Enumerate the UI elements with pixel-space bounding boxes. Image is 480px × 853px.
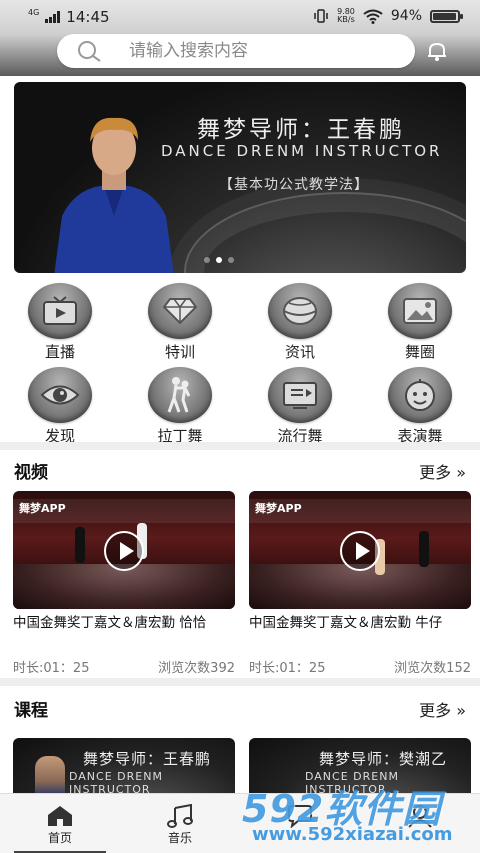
carousel-dot[interactable] xyxy=(216,257,222,263)
video-duration: 时长:01：25 xyxy=(249,661,326,676)
banner-tagline: 【基本功公式教学法】 xyxy=(219,177,369,193)
nav-music[interactable]: 音乐 xyxy=(120,794,240,853)
category-performance[interactable]: 表演舞 xyxy=(370,367,470,446)
category-label: 舞圈 xyxy=(404,343,435,361)
category-pop[interactable]: 流行舞 xyxy=(250,367,350,446)
course-title: 舞梦导师：樊潮乙 xyxy=(319,750,448,768)
status-bar: 4G 14:45 9.80 KB/s 94% xyxy=(0,0,480,32)
courses-more-link[interactable]: 更多 » xyxy=(419,697,466,721)
video-views: 浏览次数392 xyxy=(158,661,235,676)
speed-unit: KB/s xyxy=(337,15,355,24)
dancer-figure xyxy=(75,527,85,563)
video-brand: 舞梦APP xyxy=(19,502,66,515)
tv-icon xyxy=(43,296,77,325)
video-brand: 舞梦APP xyxy=(255,502,302,515)
search-input[interactable] xyxy=(129,39,399,63)
category-training[interactable]: 特训 xyxy=(130,283,230,362)
status-left: 4G 14:45 xyxy=(28,7,110,27)
videos-section-title: 视频 xyxy=(14,463,48,483)
banner-title: 舞梦导师：王春鹏 xyxy=(197,117,405,143)
music-icon xyxy=(167,804,193,828)
search-bar[interactable] xyxy=(57,34,415,68)
category-label: 直播 xyxy=(44,343,75,361)
network-type: 4G xyxy=(28,7,40,17)
status-right: 9.80 KB/s 94% xyxy=(313,8,463,24)
dancer-icon xyxy=(167,377,191,413)
home-icon xyxy=(48,806,72,826)
video-card[interactable]: 舞梦APP 中国金舞奖丁嘉文＆唐宏勤 恰恰 时长:01：25 浏览次数392 xyxy=(13,491,235,676)
status-time: 14:45 xyxy=(66,8,110,26)
category-circle[interactable]: 舞圈 xyxy=(370,283,470,362)
category-discover[interactable]: 发现 xyxy=(10,367,110,446)
course-title: 舞梦导师：王春鹏 xyxy=(83,750,212,768)
app-screen: 4G 14:45 9.80 KB/s 94% 请输入搜索内容 舞梦导师：王春鹏 … xyxy=(0,0,480,853)
video-meta: 时长:01：25 浏览次数152 xyxy=(249,657,471,676)
search-icon[interactable] xyxy=(77,40,103,62)
video-card[interactable]: 舞梦APP 中国金舞奖丁嘉文＆唐宏勤 牛仔 时长:01：25 浏览次数152 xyxy=(249,491,471,676)
image-icon xyxy=(403,298,437,324)
watermark: 592软件园 www.592xiazai.com xyxy=(238,778,478,850)
courses-section-title: 课程 xyxy=(14,701,48,721)
section-divider xyxy=(0,442,480,450)
instructor-photo xyxy=(35,756,65,798)
banner-subtitle: DANCE DRENM INSTRUCTOR xyxy=(161,142,443,160)
battery-icon xyxy=(430,9,463,23)
globe-icon xyxy=(283,297,317,325)
video-title[interactable]: 中国金舞奖丁嘉文＆唐宏勤 牛仔 xyxy=(249,615,471,649)
network-speed: 9.80 KB/s xyxy=(337,8,355,24)
carousel-dot[interactable] xyxy=(228,257,234,263)
videos-more-link[interactable]: 更多 » xyxy=(419,459,466,483)
vibrate-icon xyxy=(314,9,328,23)
section-divider xyxy=(0,678,480,686)
eye-icon xyxy=(40,385,80,405)
play-icon[interactable] xyxy=(104,531,144,571)
category-label: 资讯 xyxy=(284,343,315,361)
video-title[interactable]: 中国金舞奖丁嘉文＆唐宏勤 恰恰 xyxy=(13,615,235,649)
battery-fill xyxy=(433,12,456,20)
video-views: 浏览次数152 xyxy=(394,661,471,676)
watermark-url: www.592xiazai.com xyxy=(252,824,453,845)
banner-carousel[interactable]: 舞梦导师：王春鹏 DANCE DRENM INSTRUCTOR 【基本功公式教学… xyxy=(14,82,466,273)
top-header: 4G 14:45 9.80 KB/s 94% 请输入搜索内容 xyxy=(0,0,480,76)
video-icon xyxy=(283,382,317,409)
face-icon xyxy=(405,379,435,411)
nav-home[interactable]: 首页 xyxy=(0,794,120,853)
instructor-photo xyxy=(54,117,174,273)
video-duration: 时长:01：25 xyxy=(13,661,90,676)
video-thumbnail[interactable]: 舞梦APP xyxy=(13,491,235,609)
course-card[interactable]: 舞梦导师：王春鹏 DANCE DRENM INSTRUCTOR xyxy=(13,738,235,798)
bell-icon[interactable] xyxy=(426,40,448,62)
category-live[interactable]: 直播 xyxy=(10,283,110,362)
dancer-figure xyxy=(419,531,429,567)
category-news[interactable]: 资讯 xyxy=(250,283,350,362)
category-label: 特训 xyxy=(164,343,195,361)
play-icon[interactable] xyxy=(340,531,380,571)
nav-label: 音乐 xyxy=(167,831,192,845)
carousel-dots xyxy=(204,257,234,263)
battery-percent: 94% xyxy=(390,8,422,24)
carousel-dot[interactable] xyxy=(204,257,210,263)
video-thumbnail[interactable]: 舞梦APP xyxy=(249,491,471,609)
wifi-icon xyxy=(363,9,383,24)
nav-label: 首页 xyxy=(47,831,72,845)
category-latin[interactable]: 拉丁舞 xyxy=(130,367,230,446)
diamond-icon xyxy=(162,298,198,325)
signal-icon xyxy=(45,11,61,23)
video-meta: 时长:01：25 浏览次数392 xyxy=(13,657,235,676)
